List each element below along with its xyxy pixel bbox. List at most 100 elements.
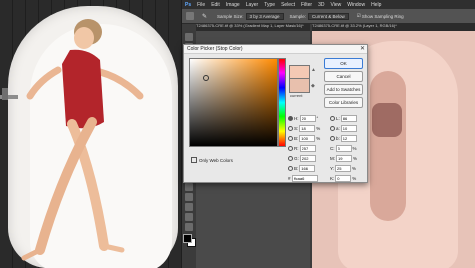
- hex-row: #: [288, 173, 328, 183]
- ok-button[interactable]: OK: [324, 58, 363, 69]
- only-web-colors-checkbox[interactable]: [191, 157, 197, 163]
- c-input[interactable]: [335, 144, 352, 152]
- field-label: R:: [294, 145, 299, 151]
- home-icon[interactable]: [186, 12, 194, 20]
- cancel-button[interactable]: Cancel: [324, 71, 363, 82]
- tab-right-document[interactable]: T2486375-CRE.tif @ 33.2% (Layer 1, RGB/1…: [312, 23, 475, 31]
- k-input[interactable]: [335, 174, 352, 182]
- sample-select[interactable]: Current & Below: [308, 12, 349, 20]
- only-web-colors[interactable]: Only Web Colors: [191, 157, 233, 163]
- m-input[interactable]: [336, 154, 352, 162]
- field-label: L:: [336, 115, 340, 121]
- radio-r[interactable]: [288, 145, 293, 151]
- field-label: G:: [294, 155, 299, 161]
- field-row: b:: [330, 133, 366, 143]
- color-swatches[interactable]: [183, 234, 196, 247]
- sample-size-select[interactable]: 3 by 3 Average: [245, 12, 284, 20]
- color-field[interactable]: [189, 58, 278, 147]
- picker-ring-icon[interactable]: [203, 75, 209, 81]
- zoom-tool-icon[interactable]: [185, 223, 193, 231]
- web-safe-icon[interactable]: ◆: [311, 83, 315, 89]
- radio-a[interactable]: [330, 125, 335, 131]
- field-row: H: °: [288, 113, 328, 123]
- field-label: a:: [336, 125, 340, 131]
- blue-input[interactable]: [299, 164, 316, 172]
- field-unit: %: [316, 135, 321, 141]
- model-figure: [0, 19, 144, 261]
- hue-slider[interactable]: [278, 58, 286, 147]
- options-bar: ✎ Sample Size: 3 by 3 Average Sample: Cu…: [182, 9, 475, 24]
- color-libraries-button[interactable]: Color Libraries: [324, 97, 363, 108]
- add-to-swatches-button[interactable]: Add to Swatches: [324, 84, 363, 95]
- hex-label: #: [288, 175, 291, 181]
- move-tool-icon[interactable]: [185, 33, 193, 41]
- sample-size-label: Sample Size:: [217, 13, 244, 19]
- g-input[interactable]: [299, 154, 316, 162]
- menu-type[interactable]: Type: [264, 2, 275, 8]
- lab-b-input[interactable]: [340, 134, 357, 142]
- current-color-swatch[interactable]: [289, 78, 310, 93]
- radio-l[interactable]: [330, 115, 335, 121]
- menu-help[interactable]: Help: [371, 2, 381, 8]
- b-input[interactable]: [299, 134, 316, 142]
- hsb-rgb-fields: H: ° S: % B: % R: G: B:: [288, 113, 328, 183]
- menu-window[interactable]: Window: [347, 2, 365, 8]
- field-row: S: %: [288, 123, 328, 133]
- field-label: b:: [336, 135, 340, 141]
- field-row: M: %: [330, 153, 366, 163]
- path-select-icon[interactable]: [185, 193, 193, 201]
- show-sampling-ring-label: Show Sampling Ring: [361, 13, 404, 19]
- field-label: C:: [330, 145, 335, 151]
- menu-file[interactable]: File: [197, 2, 205, 8]
- field-unit: %: [352, 165, 357, 171]
- close-icon[interactable]: ✕: [360, 45, 365, 54]
- a-input[interactable]: [340, 124, 357, 132]
- field-row: B: %: [288, 133, 328, 143]
- current-label: current: [290, 93, 303, 98]
- field-unit: %: [353, 155, 358, 161]
- shape-tool-icon[interactable]: [185, 203, 193, 211]
- field-label: K:: [330, 175, 335, 181]
- field-row: G:: [288, 153, 328, 163]
- menu-3d[interactable]: 3D: [318, 2, 324, 8]
- r-input[interactable]: [299, 144, 316, 152]
- field-row: Y: %: [330, 163, 366, 173]
- s-input[interactable]: [299, 124, 316, 132]
- h-input[interactable]: [299, 114, 316, 122]
- l-input[interactable]: [340, 114, 357, 122]
- menu-edit[interactable]: Edit: [211, 2, 220, 8]
- field-row: B:: [288, 163, 328, 173]
- field-row: R:: [288, 143, 328, 153]
- radio-b[interactable]: [288, 135, 293, 141]
- radio-lab-b[interactable]: [330, 135, 335, 141]
- hex-input[interactable]: [291, 174, 318, 182]
- field-row: C: %: [330, 143, 366, 153]
- hand-tool-icon[interactable]: [185, 213, 193, 221]
- menu-select[interactable]: Select: [281, 2, 295, 8]
- type-tool-icon[interactable]: [185, 183, 193, 191]
- field-unit: %: [352, 145, 357, 151]
- field-unit: %: [352, 175, 357, 181]
- field-label: B:: [294, 165, 299, 171]
- radio-g[interactable]: [288, 155, 293, 161]
- color-picker-dialog: Color Picker (Stop Color) ✕ current ▲ ◆ …: [183, 44, 368, 183]
- field-label: B:: [294, 135, 299, 141]
- radio-h[interactable]: [288, 115, 293, 121]
- field-label: S:: [294, 125, 299, 131]
- radio-blue[interactable]: [288, 165, 293, 171]
- menu-image[interactable]: Image: [226, 2, 240, 8]
- field-label: Y:: [330, 165, 335, 171]
- field-label: M:: [330, 155, 335, 161]
- menu-bar: Ps File Edit Image Layer Type Select Fil…: [182, 0, 475, 9]
- gamut-warning-icon[interactable]: ▲: [311, 67, 316, 73]
- only-web-colors-label: Only Web Colors: [199, 157, 233, 163]
- menu-view[interactable]: View: [331, 2, 342, 8]
- field-unit: °: [316, 115, 319, 121]
- menu-layer[interactable]: Layer: [246, 2, 259, 8]
- tab-left-document[interactable]: T2486375-CRE.tif @ 33% (Gradient Map 1, …: [196, 23, 310, 31]
- menu-filter[interactable]: Filter: [301, 2, 312, 8]
- radio-s[interactable]: [288, 125, 293, 131]
- y-input[interactable]: [335, 164, 352, 172]
- eyedropper-icon[interactable]: ✎: [202, 13, 207, 20]
- show-sampling-ring-checkbox[interactable]: ☑: [357, 13, 361, 19]
